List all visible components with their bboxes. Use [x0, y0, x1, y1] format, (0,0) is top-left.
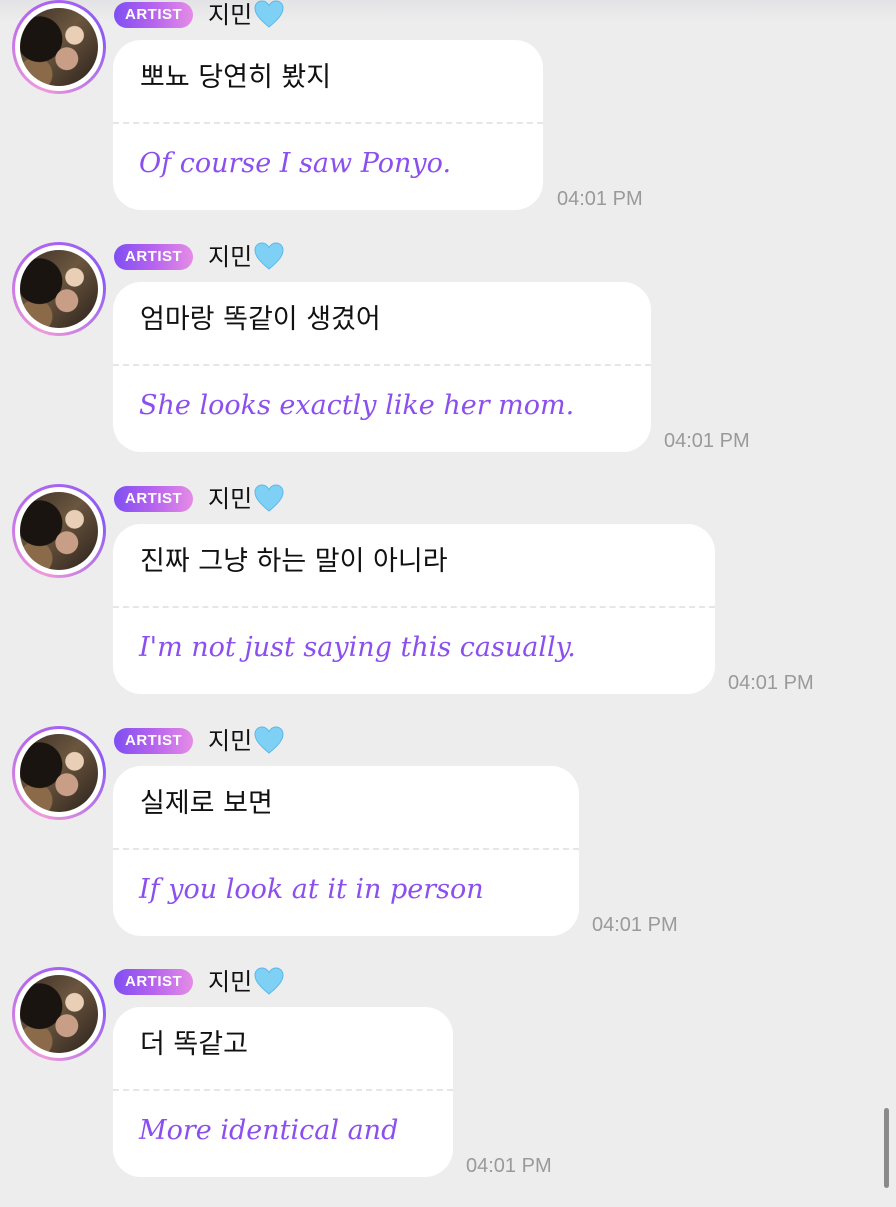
light-blue-heart-icon [254, 242, 284, 270]
artist-badge: ARTIST [114, 728, 194, 754]
artist-avatar[interactable] [12, 484, 106, 578]
artist-avatar[interactable] [12, 967, 106, 1061]
sender-name-row[interactable]: 지민 [208, 724, 285, 758]
original-message-text: 뽀뇨 당연히 봤지 [140, 62, 332, 93]
translation-divider [113, 606, 715, 608]
scrollbar-thumb[interactable] [884, 1108, 889, 1188]
sender-name: 지민 [208, 243, 253, 271]
chat-message: ARTIST 지민 실제로 보면 If you look at it in pe… [0, 726, 896, 966]
artist-avatar[interactable] [12, 0, 106, 94]
chat-message: ARTIST 지민 뽀뇨 당연히 봤지 Of course I saw Pony… [0, 0, 896, 240]
avatar-photo [20, 492, 98, 570]
avatar-photo [20, 8, 98, 86]
light-blue-heart-icon [254, 484, 284, 512]
light-blue-heart-icon [254, 0, 284, 28]
sender-name-row[interactable]: 지민 [208, 0, 285, 32]
light-blue-heart-icon [254, 726, 284, 754]
artist-avatar[interactable] [12, 726, 106, 820]
original-message-text: 더 똑같고 [140, 1029, 248, 1060]
avatar-photo [20, 975, 98, 1053]
message-timestamp: 04:01 PM [466, 1155, 552, 1177]
translated-message-text: More identical and [139, 1115, 399, 1146]
chat-message: ARTIST 지민 엄마랑 똑같이 생겼어 She looks exactly … [0, 242, 896, 482]
message-bubble[interactable]: 진짜 그냥 하는 말이 아니라 I'm not just saying this… [113, 524, 715, 694]
message-bubble[interactable]: 뽀뇨 당연히 봤지 Of course I saw Ponyo. [113, 40, 543, 210]
original-message-text: 엄마랑 똑같이 생겼어 [140, 304, 381, 335]
light-blue-heart-icon [254, 967, 284, 995]
sender-name-row[interactable]: 지민 [208, 965, 285, 999]
sender-name-row[interactable]: 지민 [208, 240, 285, 274]
message-timestamp: 04:01 PM [592, 914, 678, 936]
avatar-photo [20, 734, 98, 812]
message-bubble[interactable]: 더 똑같고 More identical and [113, 1007, 453, 1177]
translation-divider [113, 364, 651, 366]
translation-divider [113, 1089, 453, 1091]
translated-message-text: She looks exactly like her mom. [139, 390, 575, 421]
artist-avatar[interactable] [12, 242, 106, 336]
translated-message-text: If you look at it in person [139, 874, 484, 905]
message-timestamp: 04:01 PM [728, 672, 814, 694]
translated-message-text: I'm not just saying this casually. [139, 632, 576, 663]
sender-name: 지민 [208, 485, 253, 513]
chat-message: ARTIST 지민 진짜 그냥 하는 말이 아니라 I'm not just s… [0, 484, 896, 724]
sender-name: 지민 [208, 968, 253, 996]
message-timestamp: 04:01 PM [664, 430, 750, 452]
original-message-text: 실제로 보면 [140, 788, 273, 819]
avatar-photo [20, 250, 98, 328]
original-message-text: 진짜 그냥 하는 말이 아니라 [140, 546, 448, 577]
translated-message-text: Of course I saw Ponyo. [139, 148, 452, 179]
translation-divider [113, 848, 579, 850]
translation-divider [113, 122, 543, 124]
sender-name-row[interactable]: 지민 [208, 482, 285, 516]
chat-message: ARTIST 지민 더 똑같고 More identical and 04:01… [0, 967, 896, 1207]
artist-badge: ARTIST [114, 2, 194, 28]
sender-name: 지민 [208, 1, 253, 29]
message-bubble[interactable]: 실제로 보면 If you look at it in person [113, 766, 579, 936]
message-bubble[interactable]: 엄마랑 똑같이 생겼어 She looks exactly like her m… [113, 282, 651, 452]
artist-badge: ARTIST [114, 969, 194, 995]
sender-name: 지민 [208, 727, 253, 755]
message-timestamp: 04:01 PM [557, 188, 643, 210]
artist-badge: ARTIST [114, 244, 194, 270]
artist-badge: ARTIST [114, 486, 194, 512]
